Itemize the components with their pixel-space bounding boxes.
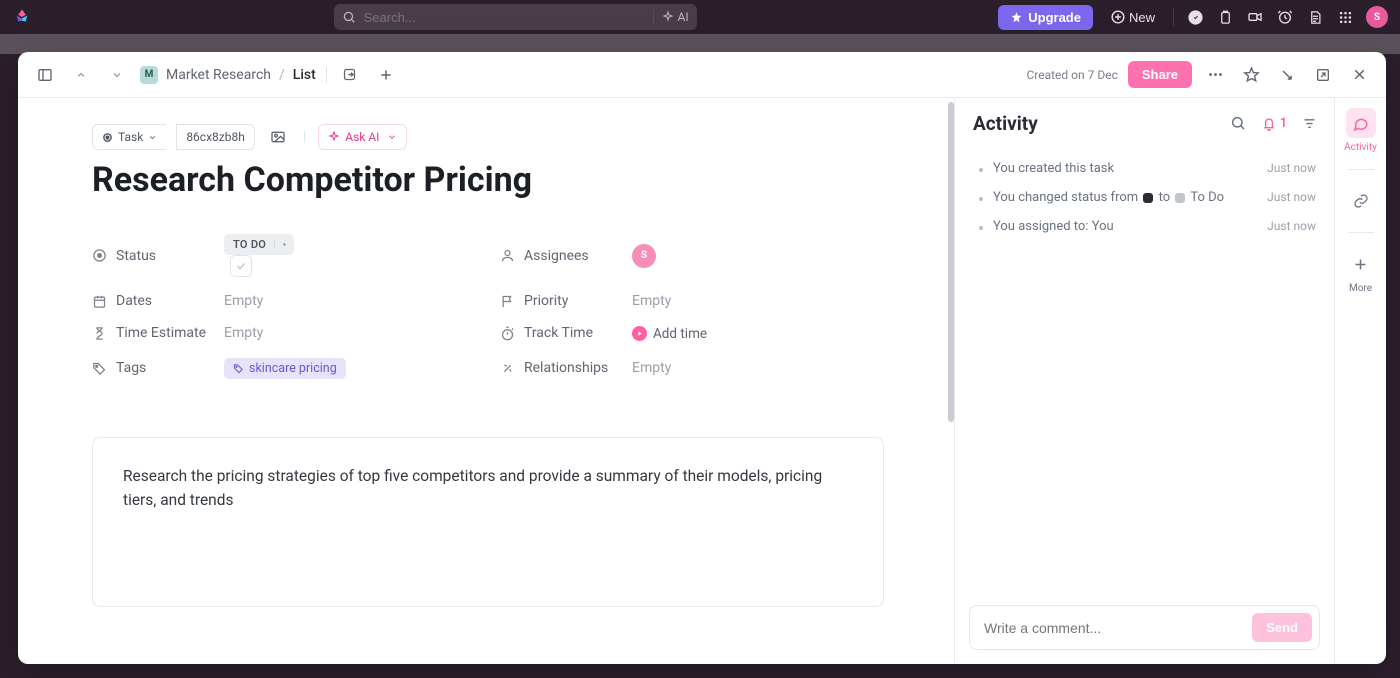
app-topbar: AI Upgrade New S — [0, 0, 1400, 34]
rail-activity-tab[interactable]: Activity — [1344, 108, 1377, 153]
task-title[interactable]: Research Competitor Pricing — [92, 160, 894, 200]
breadcrumb-current[interactable]: List — [293, 67, 316, 83]
calendar-icon — [92, 294, 107, 309]
assignees-icon — [500, 248, 515, 263]
app-logo-icon[interactable] — [12, 7, 32, 27]
rail-more-tab[interactable]: More — [1346, 249, 1376, 294]
created-date: Created on 7 Dec — [1026, 68, 1117, 82]
breadcrumb: M Market Research / List — [140, 66, 316, 84]
close-icon[interactable] — [1346, 62, 1372, 88]
plus-icon — [1346, 249, 1376, 279]
dates-value[interactable]: Empty — [224, 293, 263, 309]
ask-ai-button[interactable]: Ask AI — [318, 124, 407, 150]
upgrade-button[interactable]: Upgrade — [998, 5, 1093, 30]
search-ai-button[interactable]: AI — [653, 10, 689, 24]
task-fields: Status TO DO Assignees S Dates — [92, 234, 872, 379]
tag-chip[interactable]: skincare pricing — [224, 358, 346, 379]
field-time-estimate: Time Estimate Empty — [92, 325, 464, 342]
notifications-button[interactable]: 1 — [1261, 115, 1287, 131]
flag-icon — [500, 294, 515, 309]
activity-search-icon[interactable] — [1230, 115, 1247, 132]
field-tags: Tags skincare pricing — [92, 358, 464, 379]
field-status: Status TO DO — [92, 234, 464, 277]
breadcrumb-workspace-link[interactable]: Market Research — [166, 67, 271, 83]
field-dates: Dates Empty — [92, 293, 464, 309]
field-track-time: Track Time Add time — [500, 325, 872, 342]
add-icon[interactable] — [373, 62, 399, 88]
check-circle-icon[interactable] — [1186, 8, 1204, 26]
cover-image-icon[interactable] — [265, 124, 291, 150]
new-button[interactable]: New — [1105, 5, 1161, 30]
add-time-button[interactable]: Add time — [632, 326, 707, 342]
rail-link-tab[interactable] — [1346, 186, 1376, 216]
filter-icon[interactable] — [1301, 115, 1318, 132]
more-menu-icon[interactable] — [1202, 62, 1228, 88]
send-button[interactable]: Send — [1252, 613, 1312, 642]
task-modal: M Market Research / List Created on 7 De… — [18, 52, 1386, 664]
apps-grid-icon[interactable] — [1336, 8, 1354, 26]
global-search[interactable]: AI — [334, 4, 697, 30]
comment-input[interactable] — [984, 620, 1244, 636]
activity-item: You changed status from to To Do Just no… — [979, 183, 1316, 212]
clipboard-icon[interactable] — [1216, 8, 1234, 26]
task-main-panel: Task 86cx8zb8h | Ask AI Research Competi… — [18, 98, 954, 664]
priority-value[interactable]: Empty — [632, 293, 671, 309]
field-assignees: Assignees S — [500, 234, 872, 277]
scrollbar[interactable] — [948, 98, 954, 664]
search-input[interactable] — [364, 10, 645, 25]
mark-complete-button[interactable] — [230, 255, 252, 277]
expand-icon[interactable] — [1310, 62, 1336, 88]
comment-box: Send — [969, 605, 1320, 650]
user-avatar[interactable]: S — [1366, 6, 1388, 28]
activity-title: Activity — [973, 112, 1216, 135]
play-icon — [632, 326, 647, 341]
status-value[interactable]: TO DO — [224, 234, 294, 255]
right-rail: Activity More — [1334, 98, 1386, 664]
minimize-icon[interactable] — [1274, 62, 1300, 88]
task-type-pill[interactable]: Task — [92, 124, 166, 150]
assignee-avatar[interactable]: S — [632, 244, 656, 268]
field-priority: Priority Empty — [500, 293, 872, 309]
tag-icon — [92, 361, 107, 376]
activity-item: You created this task Just now — [979, 154, 1316, 183]
ai-label: AI — [678, 10, 689, 24]
workspace-chip[interactable]: M — [140, 66, 158, 84]
task-id-pill[interactable]: 86cx8zb8h — [176, 124, 255, 150]
collapse-sidebar-icon[interactable] — [32, 62, 58, 88]
share-button[interactable]: Share — [1128, 61, 1192, 88]
activity-item: You assigned to: You Just now — [979, 212, 1316, 241]
document-icon[interactable] — [1306, 8, 1324, 26]
task-description[interactable]: Research the pricing strategies of top f… — [92, 437, 884, 607]
relationships-icon — [500, 361, 515, 376]
stopwatch-icon — [500, 326, 515, 341]
hourglass-icon — [92, 326, 107, 341]
field-relationships: Relationships Empty — [500, 358, 872, 379]
prev-task-icon[interactable] — [68, 62, 94, 88]
chat-bubble-icon — [1346, 108, 1376, 138]
link-icon — [1346, 186, 1376, 216]
time-estimate-value[interactable]: Empty — [224, 325, 263, 341]
next-task-icon[interactable] — [104, 62, 130, 88]
activity-list: You created this task Just now You chang… — [955, 148, 1334, 593]
move-task-icon[interactable] — [337, 62, 363, 88]
activity-panel: Activity 1 You created this task Just no… — [954, 98, 1334, 664]
video-icon[interactable] — [1246, 8, 1264, 26]
star-icon[interactable] — [1238, 62, 1264, 88]
modal-header: M Market Research / List Created on 7 De… — [18, 52, 1386, 98]
status-icon — [92, 248, 107, 263]
alarm-icon[interactable] — [1276, 8, 1294, 26]
relationships-value[interactable]: Empty — [632, 360, 671, 376]
